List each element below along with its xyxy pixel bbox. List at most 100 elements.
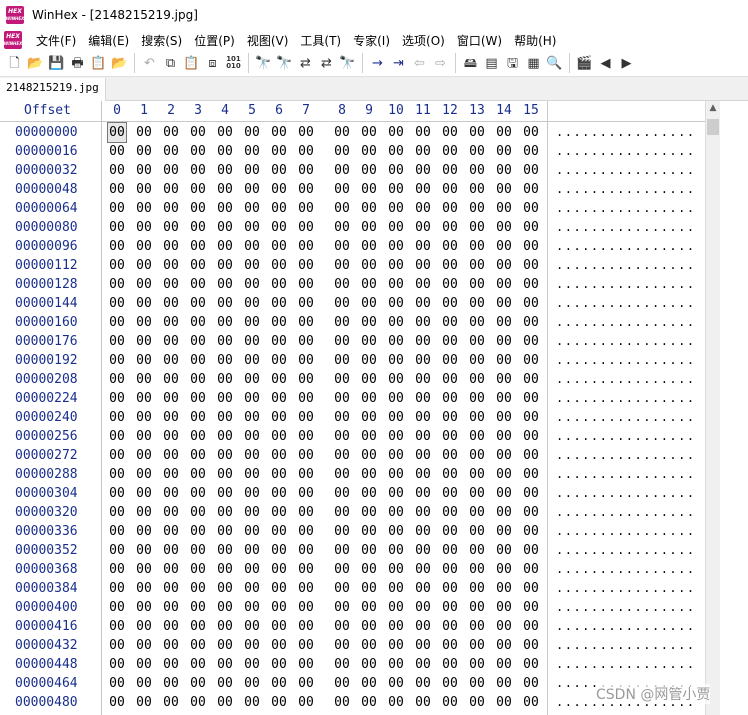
hex-byte[interactable]: 00 xyxy=(522,256,540,275)
hex-byte[interactable]: 00 xyxy=(216,465,234,484)
hex-byte[interactable]: 00 xyxy=(387,313,405,332)
hex-byte[interactable]: 00 xyxy=(441,161,459,180)
hex-byte[interactable]: 00 xyxy=(297,237,315,256)
hex-byte[interactable]: 00 xyxy=(414,674,432,693)
hex-byte[interactable]: 00 xyxy=(387,503,405,522)
hex-byte[interactable]: 00 xyxy=(162,199,180,218)
hex-byte[interactable]: 00 xyxy=(135,446,153,465)
hex-byte[interactable]: 00 xyxy=(387,123,405,142)
hex-byte[interactable]: 00 xyxy=(468,541,486,560)
hex-byte[interactable]: 00 xyxy=(414,522,432,541)
hex-byte[interactable]: 00 xyxy=(162,218,180,237)
ascii-cell[interactable]: ................ xyxy=(556,275,696,294)
hex-byte[interactable]: 00 xyxy=(108,142,126,161)
hex-byte[interactable]: 00 xyxy=(243,541,261,560)
hex-byte[interactable]: 00 xyxy=(135,123,153,142)
hex-byte[interactable]: 00 xyxy=(297,142,315,161)
hex-byte[interactable]: 00 xyxy=(360,617,378,636)
hex-byte[interactable]: 00 xyxy=(162,313,180,332)
hex-byte[interactable]: 00 xyxy=(387,332,405,351)
hex-byte[interactable]: 00 xyxy=(495,161,513,180)
hex-byte[interactable]: 00 xyxy=(297,161,315,180)
hex-byte[interactable]: 00 xyxy=(108,332,126,351)
menu-item-4[interactable]: 视图(V) xyxy=(241,32,295,49)
hex-byte[interactable]: 00 xyxy=(162,579,180,598)
hex-byte[interactable]: 00 xyxy=(333,389,351,408)
hex-byte[interactable]: 00 xyxy=(297,693,315,712)
hex-byte[interactable]: 00 xyxy=(216,142,234,161)
hex-byte[interactable]: 00 xyxy=(162,180,180,199)
replace-hex-icon[interactable]: ⇄ xyxy=(316,53,337,73)
new-file-icon[interactable]: 🗋 xyxy=(4,53,25,73)
hex-byte[interactable]: 00 xyxy=(414,313,432,332)
hex-byte[interactable]: 00 xyxy=(387,199,405,218)
hex-byte[interactable]: 00 xyxy=(216,294,234,313)
hex-byte[interactable]: 00 xyxy=(135,142,153,161)
hex-byte[interactable]: 00 xyxy=(414,389,432,408)
hex-byte[interactable]: 00 xyxy=(135,503,153,522)
hex-byte[interactable]: 00 xyxy=(135,275,153,294)
gallery-icon[interactable]: 🎬 xyxy=(574,53,595,73)
menu-item-3[interactable]: 位置(P) xyxy=(188,32,241,49)
hex-byte[interactable]: 00 xyxy=(162,427,180,446)
hex-byte[interactable]: 00 xyxy=(297,617,315,636)
menu-item-8[interactable]: 窗口(W) xyxy=(451,32,508,49)
hex-byte[interactable]: 00 xyxy=(360,313,378,332)
ascii-cell[interactable]: ................ xyxy=(556,180,696,199)
hex-byte[interactable]: 00 xyxy=(522,446,540,465)
hex-byte[interactable]: 00 xyxy=(297,503,315,522)
hex-byte[interactable]: 00 xyxy=(360,636,378,655)
hex-byte[interactable]: 00 xyxy=(135,370,153,389)
hex-byte[interactable]: 00 xyxy=(189,199,207,218)
hex-byte[interactable]: 00 xyxy=(468,142,486,161)
hex-byte[interactable]: 00 xyxy=(468,275,486,294)
hex-byte[interactable]: 00 xyxy=(414,351,432,370)
hex-byte[interactable]: 00 xyxy=(522,218,540,237)
hex-byte[interactable]: 00 xyxy=(495,693,513,712)
hex-byte[interactable]: 00 xyxy=(243,142,261,161)
ascii-cell[interactable]: ................ xyxy=(556,636,696,655)
hex-byte[interactable]: 00 xyxy=(135,541,153,560)
hex-byte[interactable]: 00 xyxy=(495,256,513,275)
hex-byte[interactable]: 00 xyxy=(522,541,540,560)
hex-byte[interactable]: 00 xyxy=(189,541,207,560)
hex-byte[interactable]: 00 xyxy=(468,218,486,237)
hex-byte[interactable]: 00 xyxy=(441,446,459,465)
hex-byte[interactable]: 00 xyxy=(441,560,459,579)
menu-item-9[interactable]: 帮助(H) xyxy=(508,32,562,49)
hex-byte[interactable]: 00 xyxy=(243,408,261,427)
forward-icon[interactable]: ⇨ xyxy=(430,53,451,73)
hex-byte[interactable]: 00 xyxy=(387,560,405,579)
open-disk-icon[interactable]: 📂 xyxy=(109,53,130,73)
hex-byte[interactable]: 00 xyxy=(441,522,459,541)
hex-byte[interactable]: 00 xyxy=(360,674,378,693)
hex-byte[interactable]: 00 xyxy=(468,427,486,446)
hex-byte[interactable]: 00 xyxy=(495,199,513,218)
hex-byte[interactable]: 00 xyxy=(135,313,153,332)
hex-byte[interactable]: 00 xyxy=(216,389,234,408)
hex-byte[interactable]: 00 xyxy=(108,199,126,218)
hex-byte[interactable]: 00 xyxy=(333,522,351,541)
hex-byte[interactable]: 00 xyxy=(360,142,378,161)
hex-byte[interactable]: 00 xyxy=(270,389,288,408)
hex-byte[interactable]: 00 xyxy=(135,636,153,655)
hex-byte[interactable]: 00 xyxy=(108,446,126,465)
hex-byte[interactable]: 00 xyxy=(297,579,315,598)
hex-byte[interactable]: 00 xyxy=(522,237,540,256)
hex-byte[interactable]: 00 xyxy=(135,522,153,541)
hex-byte[interactable]: 00 xyxy=(333,541,351,560)
hex-byte[interactable]: 00 xyxy=(360,275,378,294)
hex-byte[interactable]: 00 xyxy=(441,180,459,199)
hex-byte[interactable]: 00 xyxy=(360,332,378,351)
hex-byte[interactable]: 00 xyxy=(297,123,315,142)
hex-byte[interactable]: 00 xyxy=(441,674,459,693)
hex-byte[interactable]: 00 xyxy=(387,598,405,617)
hex-byte[interactable]: 00 xyxy=(216,161,234,180)
hex-byte[interactable]: 00 xyxy=(189,655,207,674)
hex-byte[interactable]: 00 xyxy=(360,351,378,370)
hex-byte[interactable]: 00 xyxy=(441,332,459,351)
hex-byte[interactable]: 00 xyxy=(189,446,207,465)
hex-byte[interactable]: 00 xyxy=(108,427,126,446)
hex-byte[interactable]: 00 xyxy=(495,237,513,256)
hex-byte[interactable]: 00 xyxy=(162,370,180,389)
